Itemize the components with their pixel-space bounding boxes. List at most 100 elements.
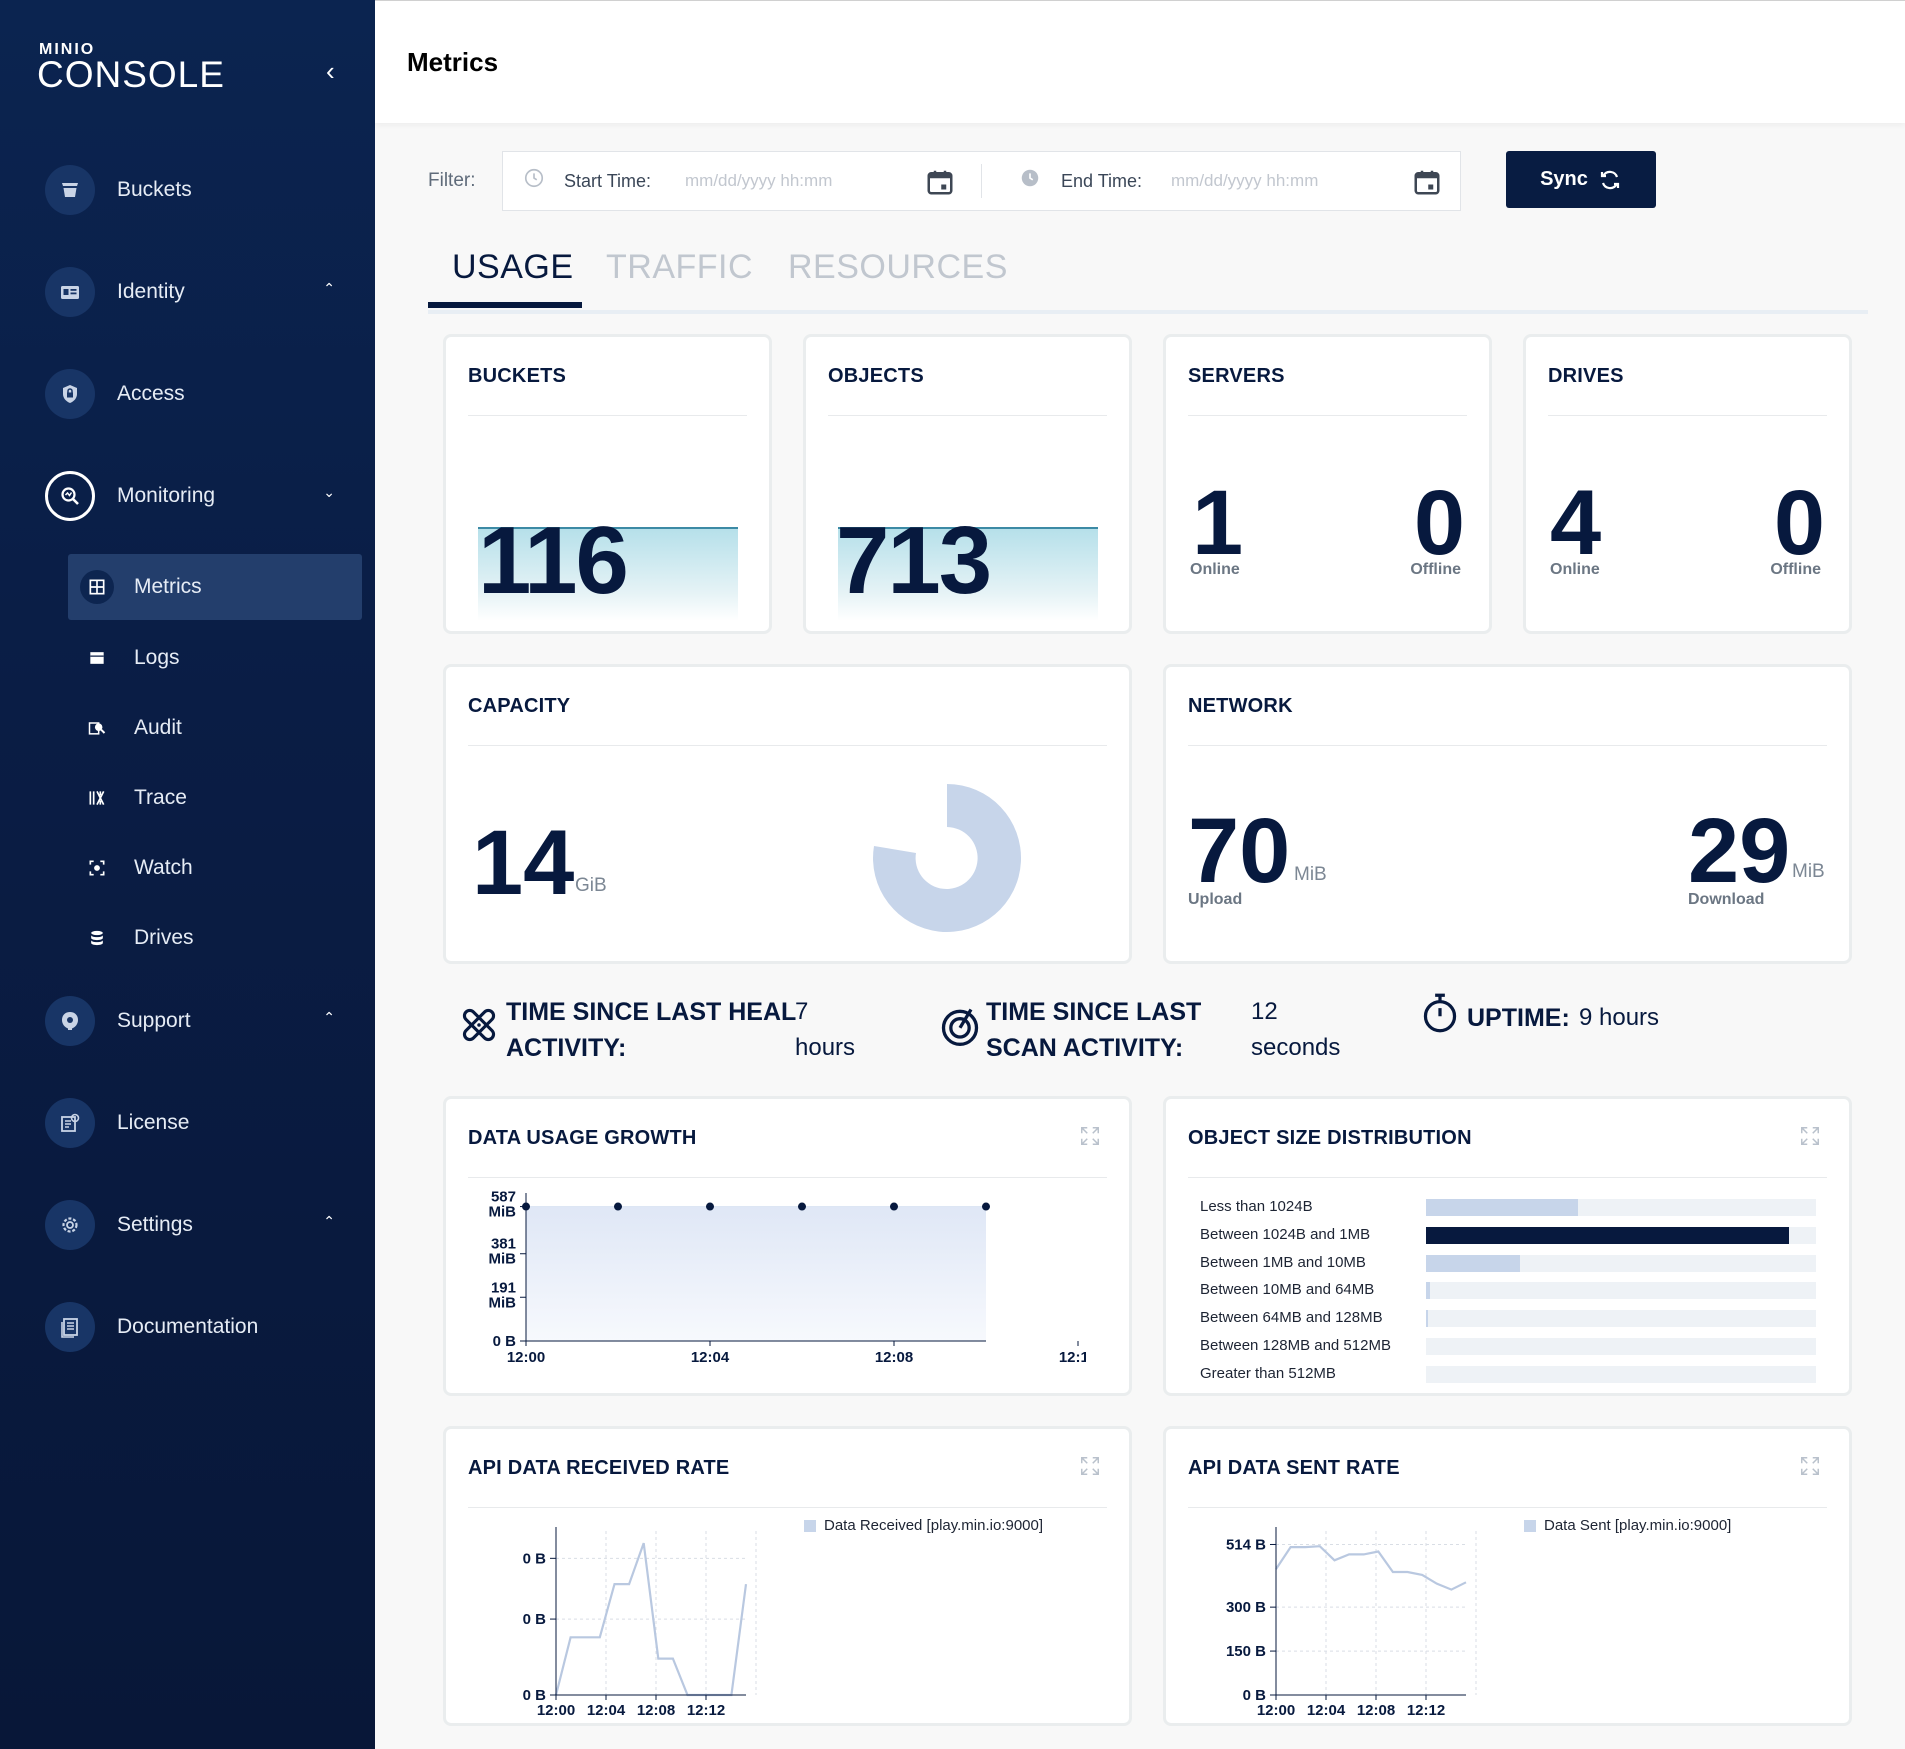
series-line [554, 1542, 748, 1697]
sidebar-item-label: Support [117, 1009, 191, 1032]
tab-resources[interactable]: RESOURCES [788, 248, 1008, 287]
trace-icon [80, 781, 114, 815]
sidebar-item-license[interactable]: License [45, 1097, 345, 1149]
chevron-down-icon: ⌄ [323, 484, 335, 500]
date-filter: Start Time: End Time: [502, 151, 1461, 211]
series-line [1275, 1545, 1467, 1591]
y-tick-label: 0 B [523, 1550, 547, 1567]
bar [1426, 1199, 1579, 1216]
y-tick-label: 0 B [493, 1333, 517, 1350]
end-time-label: End Time: [1061, 171, 1143, 191]
identity-icon [45, 267, 95, 317]
stopwatch-icon [1423, 993, 1457, 1033]
card-title: CAPACITY [468, 695, 571, 717]
card-title: API DATA RECEIVED RATE [468, 1457, 730, 1479]
sidebar-subitem-label: Audit [134, 716, 182, 739]
card-divider [1188, 745, 1827, 746]
sidebar-item-buckets[interactable]: Buckets [45, 164, 345, 216]
bucket-icon [45, 165, 95, 215]
x-tick-label: 12:08 [875, 1349, 913, 1366]
y-tick-label: 300 B [1226, 1599, 1266, 1616]
bar-label: Greater than 512MB [1200, 1364, 1336, 1382]
sidebar-item-label: Documentation [117, 1315, 259, 1338]
data-point [706, 1202, 714, 1211]
heal-value-line1: 7 [795, 998, 809, 1025]
sidebar-item-label: Access [117, 382, 185, 405]
card-title: DATA USAGE GROWTH [468, 1127, 697, 1149]
page-title: Metrics [407, 47, 499, 77]
bar [1426, 1282, 1430, 1300]
network-card: NETWORK 70 MiB Upload 29 MiB Download [1163, 664, 1852, 964]
expand-icon[interactable] [1079, 1125, 1101, 1147]
drives-card: DRIVES 4 Online 0 Offline [1523, 334, 1852, 634]
bar-row: Between 10MB and 64MB [1200, 1280, 1820, 1300]
card-divider [468, 1507, 1107, 1508]
card-title: OBJECT SIZE DISTRIBUTION [1188, 1127, 1472, 1149]
network-upload-label: Upload [1188, 891, 1243, 908]
servers-card: SERVERS 1 Online 0 Offline [1163, 334, 1492, 634]
bar-row: Between 1024B and 1MB [1200, 1225, 1820, 1245]
start-time-input[interactable] [683, 165, 887, 197]
buckets-count: 116 [478, 507, 629, 614]
x-tick-label: 12:08 [1357, 1702, 1395, 1715]
drives-icon [80, 921, 114, 955]
sidebar-item-identity[interactable]: Identity ⌃ [45, 266, 345, 318]
filter-divider [981, 164, 982, 198]
bar-row: Greater than 512MB [1200, 1364, 1820, 1384]
expand-icon[interactable] [1799, 1125, 1821, 1147]
legend-label: Data Sent [play.min.io:9000] [1544, 1517, 1732, 1534]
sidebar-item-label: Identity [117, 280, 185, 303]
objects-card: OBJECTS 713 [803, 334, 1132, 634]
servers-offline-count: 0 [1413, 472, 1465, 574]
sidebar-subitem-watch[interactable]: Watch [68, 835, 362, 901]
x-tick-label: 12:04 [1307, 1702, 1346, 1715]
sidebar-item-settings[interactable]: Settings ⌃ [45, 1199, 345, 1251]
capacity-unit: GiB [575, 875, 607, 896]
sidebar-subitem-drives[interactable]: Drives [68, 905, 362, 971]
logs-icon [80, 641, 114, 675]
api-data-sent-rate-card: API DATA SENT RATE 0 B 150 B 300 B 514 B 12:… [1163, 1426, 1852, 1726]
scan-label-line2: SCAN ACTIVITY: [986, 1034, 1184, 1062]
expand-icon[interactable] [1079, 1455, 1101, 1477]
sync-button[interactable]: Sync [1506, 151, 1656, 208]
card-divider [1548, 415, 1827, 416]
sidebar-item-label: Settings [117, 1213, 193, 1236]
sidebar-item-access[interactable]: Access [45, 368, 345, 420]
bar-track [1426, 1365, 1816, 1383]
data-point [614, 1202, 622, 1211]
calendar-icon[interactable] [1412, 167, 1442, 197]
sidebar-item-monitoring[interactable]: Monitoring ⌄ [45, 470, 345, 522]
refresh-icon [1600, 170, 1620, 189]
metrics-icon [80, 570, 114, 604]
x-tick-label: 12:00 [1257, 1702, 1295, 1715]
bar-track [1426, 1282, 1816, 1300]
bar-track [1426, 1254, 1816, 1272]
tab-traffic[interactable]: TRAFFIC [606, 248, 753, 287]
collapse-sidebar-button[interactable]: ‹ [326, 56, 335, 86]
tab-usage[interactable]: USAGE [452, 248, 574, 287]
logo-console: CONSOLE [37, 54, 225, 95]
chart-legend: Data Received [play.min.io:9000] [804, 1517, 1043, 1534]
sidebar-subitem-trace[interactable]: Trace [68, 765, 362, 831]
sidebar-subitem-audit[interactable]: Audit [68, 695, 362, 761]
sidebar-item-documentation[interactable]: Documentation [45, 1301, 345, 1353]
end-time-input[interactable] [1169, 165, 1373, 197]
servers-online-count: 1 [1192, 472, 1244, 574]
bar-track [1426, 1338, 1816, 1355]
lock-icon [45, 369, 95, 419]
network-download-label: Download [1688, 891, 1765, 908]
heal-value-line2: hours [795, 1034, 856, 1061]
x-tick-label: 12:12 [687, 1702, 725, 1715]
bar-label: Between 128MB and 512MB [1200, 1337, 1391, 1354]
scan-value-line1: 12 [1251, 998, 1278, 1025]
card-divider [468, 745, 1107, 746]
support-icon [45, 996, 95, 1046]
expand-icon[interactable] [1799, 1455, 1821, 1477]
bar-row: Between 128MB and 512MB [1200, 1336, 1820, 1356]
chevron-up-icon: ⌃ [323, 280, 335, 296]
sidebar-subitem-metrics[interactable]: Metrics [68, 554, 362, 620]
sidebar-subitem-logs[interactable]: Logs [68, 625, 362, 691]
calendar-icon[interactable] [925, 167, 955, 197]
bar-track [1426, 1310, 1816, 1328]
sidebar-item-support[interactable]: Support ⌃ [45, 995, 345, 1047]
